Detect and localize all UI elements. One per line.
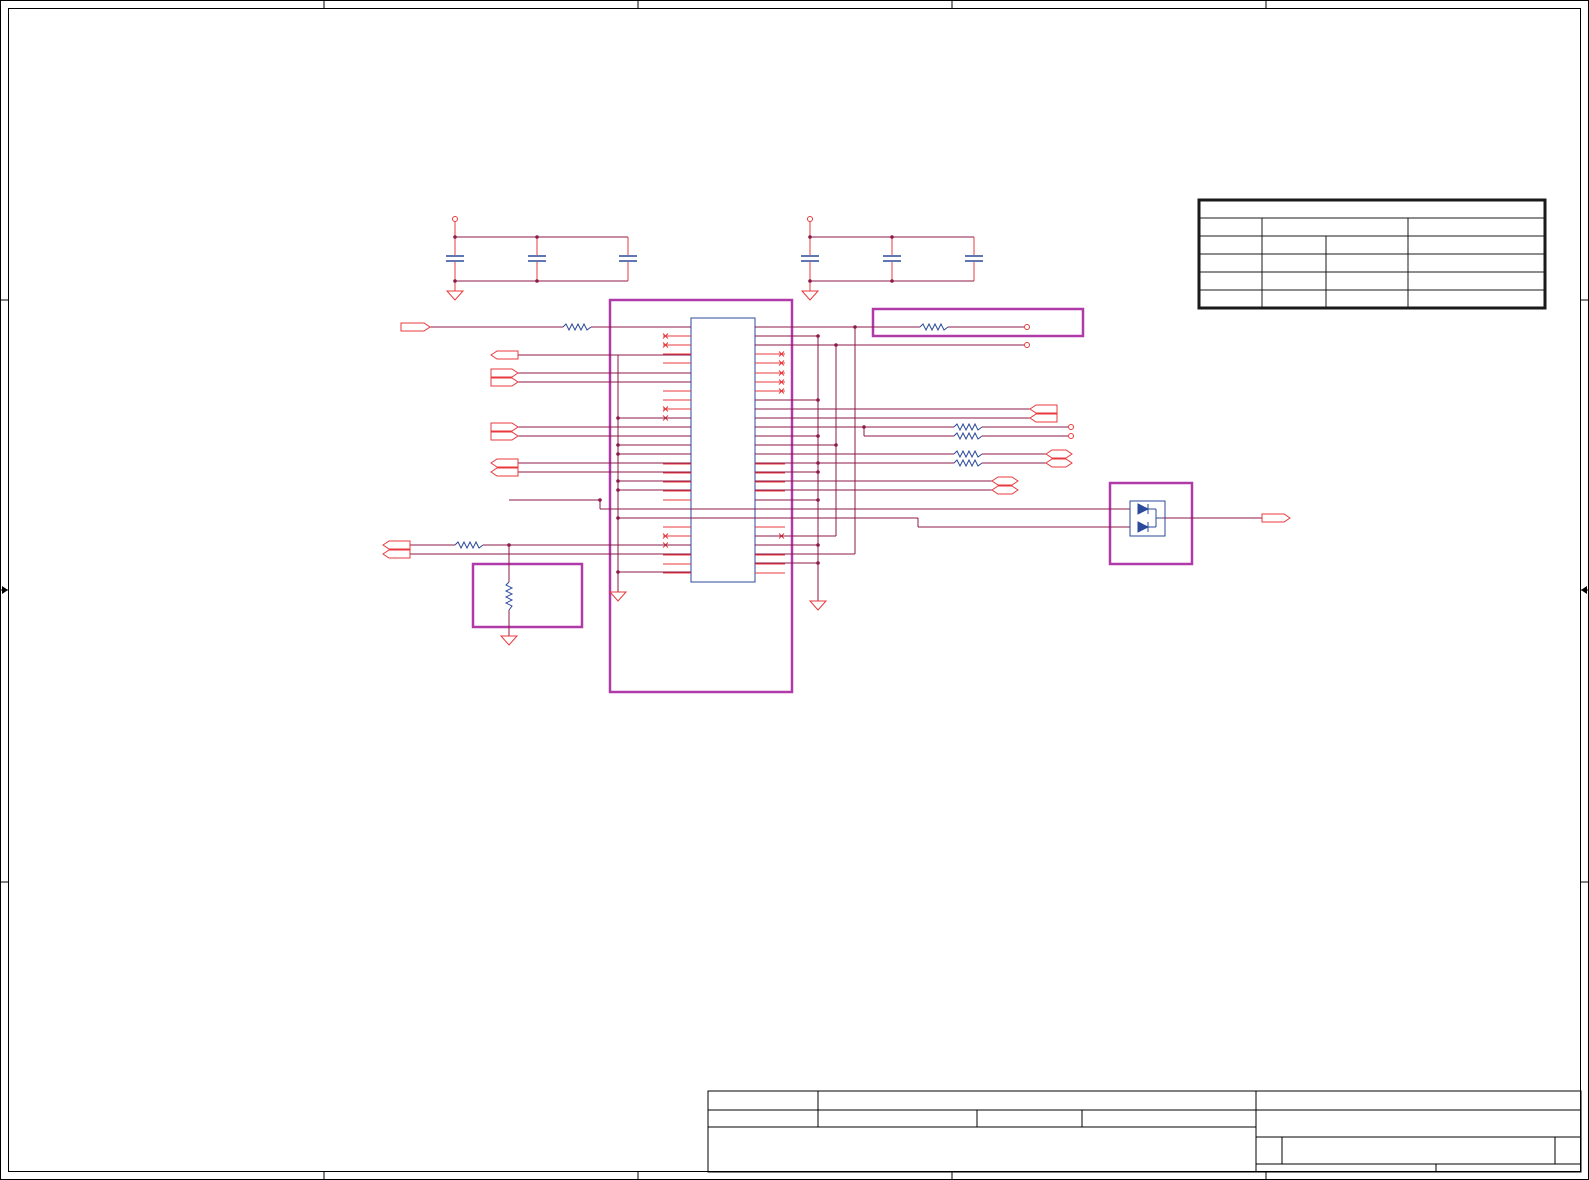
diode-block [1108, 481, 1194, 566]
ground-symbol-icon [445, 290, 465, 301]
title-block [707, 1090, 1582, 1173]
series-resistor-block [871, 307, 1085, 338]
junction-dots [507, 325, 866, 574]
decoupling-bank-right [800, 216, 983, 301]
resistor-icon [454, 322, 983, 611]
sheet-frame [0, 0, 1589, 1180]
decoupling-bank-left [445, 216, 637, 301]
frame-center-arrows [2, 586, 1587, 594]
power-port-icon [807, 216, 813, 222]
ground-symbol-icon [499, 591, 828, 646]
ground-symbol-icon [800, 290, 820, 301]
power-port-icon [452, 216, 458, 222]
diode-array [1129, 500, 1166, 537]
revision-table [1197, 198, 1547, 310]
schematic-sheet [0, 0, 1589, 1180]
main-ic-block [608, 298, 794, 694]
pulldown-block [471, 562, 584, 629]
net-wires [410, 326, 1262, 636]
main-ic [662, 317, 785, 583]
capacitor-icon [801, 255, 983, 262]
capacitor-icon [446, 255, 637, 262]
diode-icon [1137, 503, 1150, 533]
block-outlines [471, 298, 1194, 694]
